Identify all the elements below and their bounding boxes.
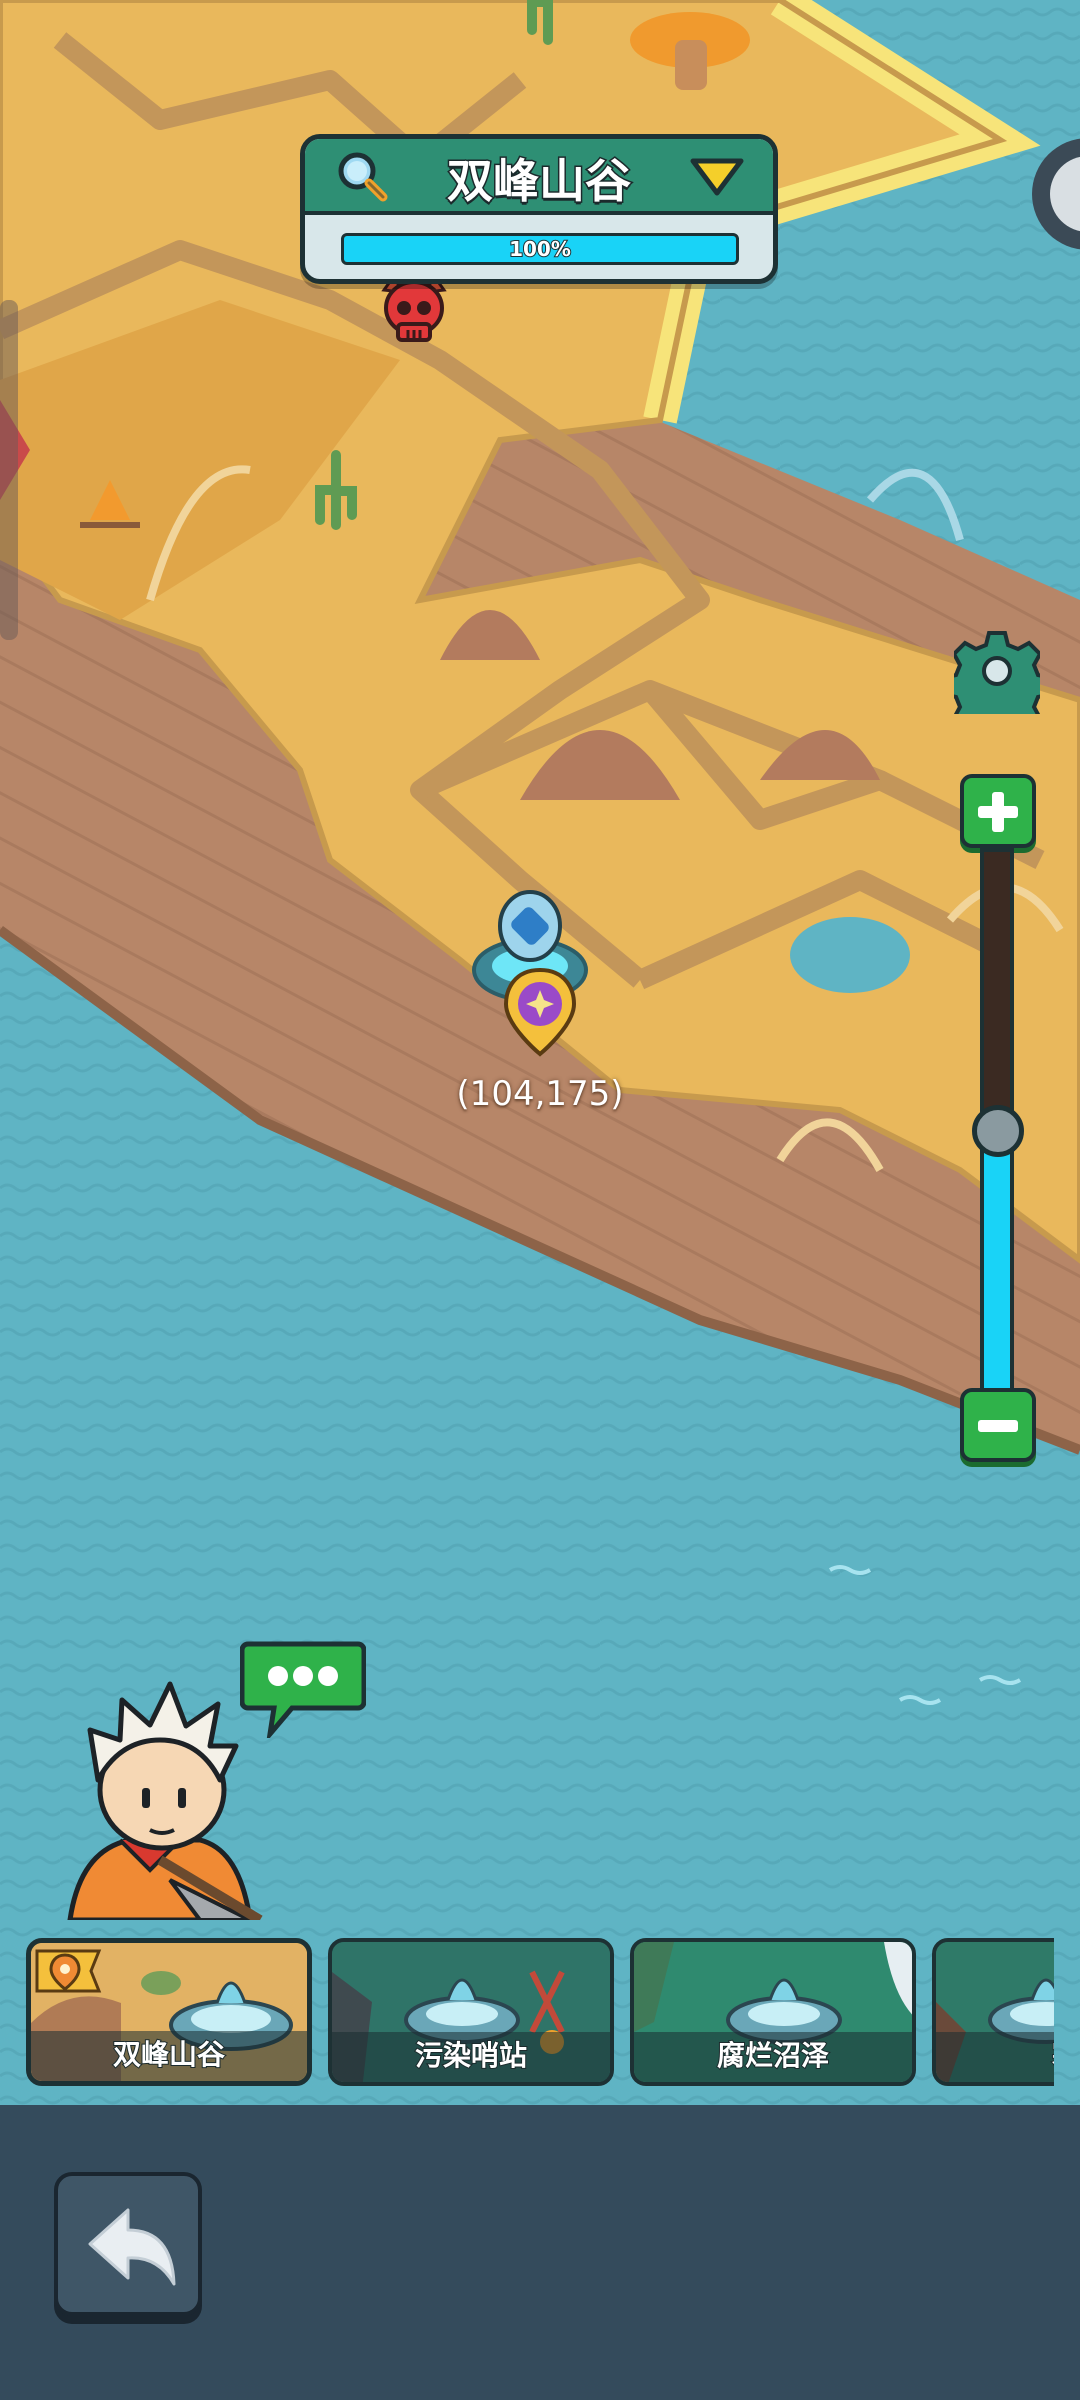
region-header-bar: 双峰山谷 <box>305 139 773 215</box>
progress-label: 100% <box>508 236 572 262</box>
region-card-polluted-outpost[interactable]: 污染哨站 <box>328 1938 614 2086</box>
coordinate-readout: (104,175) <box>456 1074 624 1114</box>
zoom-in-button[interactable] <box>960 774 1036 848</box>
zoom-slider-fill <box>984 1126 1010 1388</box>
side-toggle-knob[interactable] <box>1018 134 1080 254</box>
triangle-down-icon[interactable] <box>689 155 745 199</box>
gear-icon[interactable] <box>954 628 1040 714</box>
region-header: 双峰山谷 100% <box>300 134 778 284</box>
region-card-twin-peak-valley[interactable]: 双峰山谷 <box>26 1938 312 2086</box>
region-card-label: 双峰山谷 <box>112 2037 226 2072</box>
back-arrow-icon <box>88 2208 176 2286</box>
zoom-out-button[interactable] <box>960 1388 1036 1462</box>
exploration-progress-bar: 100% <box>341 233 739 265</box>
card-label-bar <box>936 2032 1054 2082</box>
region-card-label: 污染哨站 <box>414 2038 528 2073</box>
back-button[interactable] <box>54 2172 202 2316</box>
location-flag-icon <box>35 1949 102 1993</box>
chat-bubble-icon[interactable] <box>240 1638 366 1738</box>
region-card-label: 腐烂沼泽 <box>716 2038 830 2073</box>
region-selector-strip[interactable]: 双峰山谷 污染哨站 腐烂沼泽 <box>0 1938 1054 2088</box>
minus-icon <box>978 1420 1018 1432</box>
plus-icon <box>978 792 1018 832</box>
region-card-label: 寒 <box>1051 2034 1054 2074</box>
region-card-cold[interactable]: 寒 <box>932 1938 1054 2086</box>
zoom-slider-thumb[interactable] <box>972 1104 1024 1157</box>
player-pin-icon[interactable] <box>502 966 578 1058</box>
region-card-rotten-swamp[interactable]: 腐烂沼泽 <box>630 1938 916 2086</box>
